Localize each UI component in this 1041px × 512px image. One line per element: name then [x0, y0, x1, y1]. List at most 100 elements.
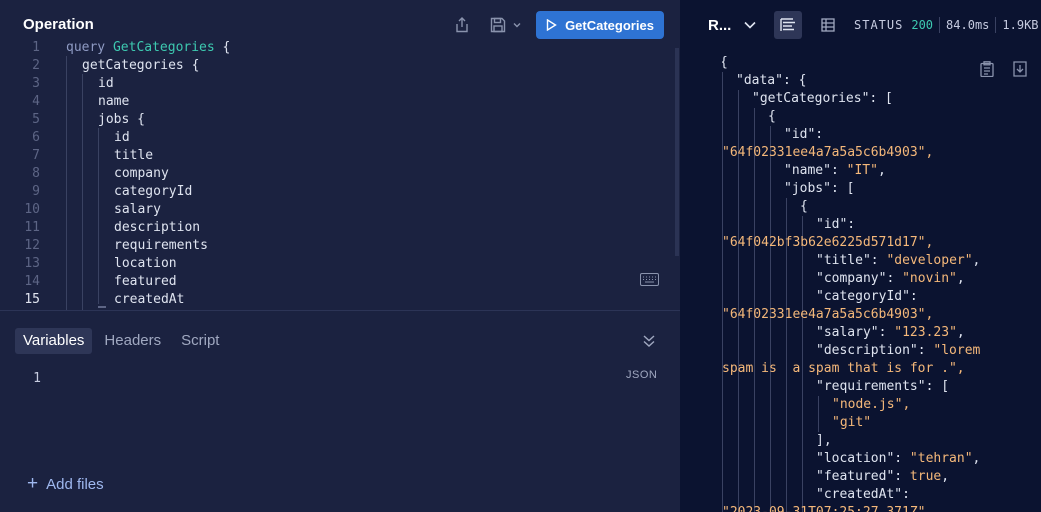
- json-line: "company": "novin",: [816, 271, 965, 286]
- run-button-label: GetCategories: [565, 17, 654, 33]
- code-line: 1 query GetCategories {: [0, 40, 670, 57]
- line-number: 12: [24, 238, 40, 253]
- json-line: "node.js",: [832, 397, 911, 412]
- collapse-chevrons-icon[interactable]: [641, 333, 657, 349]
- json-line: "title": "developer",: [816, 253, 981, 268]
- operation-editor[interactable]: 1 query GetCategories { 2 getCategories …: [0, 40, 680, 310]
- code-line-current: 15 createdAt: [0, 291, 670, 309]
- code-text: salary: [114, 202, 161, 217]
- response-pane: R... STATUS 200 84.0ms 1.9KB { "dat: [680, 0, 1041, 512]
- code-line: 11 description: [0, 219, 670, 237]
- code-line: 3 id: [0, 75, 670, 93]
- code-line: 7 title: [0, 147, 670, 165]
- status-label: STATUS: [854, 18, 904, 32]
- tree-view-icon: [780, 18, 795, 31]
- share-button[interactable]: [450, 13, 474, 37]
- add-files-label: Add files: [46, 475, 104, 493]
- code-line: 12 requirements: [0, 237, 670, 255]
- json-line: ],: [816, 433, 832, 448]
- response-title[interactable]: R...: [708, 17, 731, 34]
- operation-pane: Operation GetCategories 1 query GetCateg…: [0, 0, 680, 512]
- plus-icon: +: [27, 473, 39, 494]
- table-view-icon: [821, 18, 835, 32]
- json-line: {: [768, 109, 776, 124]
- line-number: 8: [32, 166, 40, 181]
- tab-variables[interactable]: Variables: [15, 328, 93, 354]
- operation-title: Operation: [23, 16, 94, 33]
- code-text: categoryId: [114, 184, 193, 199]
- line-number: 2: [32, 58, 40, 73]
- code-text: id: [98, 76, 114, 91]
- chevron-down-icon: [513, 23, 521, 28]
- code-line: 5 jobs {: [0, 111, 670, 129]
- line-number: 7: [32, 148, 40, 163]
- line-number: 11: [24, 220, 40, 235]
- code-text: name: [98, 94, 130, 109]
- tab-script[interactable]: Script: [173, 328, 227, 354]
- save-icon: [490, 17, 506, 33]
- json-line: "categoryId":: [816, 289, 918, 304]
- json-line: "64f02331ee4a7a5a5c6b4903",: [722, 307, 934, 322]
- code-text: createdAt: [114, 292, 185, 307]
- code-text: location: [114, 256, 177, 271]
- json-line: "2023-09-31T07:25:27.371Z": [722, 504, 926, 512]
- json-line: "64f042bf3b62e6225d571d17",: [722, 235, 934, 250]
- run-operation-button[interactable]: GetCategories: [536, 11, 664, 39]
- json-line: spam is a spam that is for .",: [722, 361, 965, 376]
- add-files-button[interactable]: + Add files: [27, 473, 104, 494]
- share-icon: [456, 17, 468, 33]
- code-text: description: [114, 220, 201, 235]
- code-text: featured: [114, 274, 177, 289]
- table-view-button[interactable]: [814, 11, 842, 39]
- json-line: {: [800, 199, 808, 214]
- response-size: 1.9KB: [1002, 18, 1039, 32]
- response-time: 84.0ms: [946, 18, 990, 32]
- line-number: 15: [24, 292, 40, 307]
- play-icon: [546, 19, 557, 31]
- code-text: query GetCategories {: [66, 40, 231, 55]
- json-line: "64f02331ee4a7a5a5c6b4903",: [722, 145, 934, 160]
- response-status: STATUS 200 84.0ms 1.9KB: [854, 17, 1039, 33]
- json-line: "id":: [816, 217, 856, 232]
- format-label: JSON: [626, 369, 658, 381]
- json-line: "location": "tehran",: [816, 451, 981, 466]
- response-body[interactable]: { "data": { "getCategories": [ { "id": "…: [722, 54, 1037, 512]
- keyboard-icon[interactable]: [640, 273, 659, 286]
- pane-divider[interactable]: [0, 310, 680, 311]
- json-line: "requirements": [: [816, 379, 950, 394]
- json-line: "git": [832, 415, 872, 430]
- divider: [995, 17, 997, 33]
- bottom-tabs: Variables Headers Script: [15, 328, 227, 354]
- code-text: jobs {: [98, 112, 145, 127]
- code-text: title: [114, 148, 154, 163]
- code-text: requirements: [114, 238, 208, 253]
- line-number: 1: [32, 40, 40, 55]
- line-number: 5: [32, 112, 40, 127]
- line-number: 10: [24, 202, 40, 217]
- tab-headers[interactable]: Headers: [96, 328, 169, 354]
- code-text: getCategories {: [82, 58, 200, 73]
- tree-view-button[interactable]: [774, 11, 802, 39]
- divider: [939, 17, 941, 33]
- code-line: 4 name: [0, 93, 670, 111]
- json-line: "name": "IT",: [784, 163, 886, 178]
- json-line: "getCategories": [: [752, 91, 893, 106]
- code-line: 8 company: [0, 165, 670, 183]
- json-line: "id":: [784, 127, 824, 142]
- line-number: 9: [32, 184, 40, 199]
- chevron-down-icon[interactable]: [743, 18, 757, 32]
- json-line: "description": "lorem: [816, 343, 981, 358]
- editor-scrollbar[interactable]: [675, 48, 679, 256]
- code-line: 13 location: [0, 255, 670, 273]
- line-number: 6: [32, 130, 40, 145]
- json-line: "salary": "123.23",: [816, 325, 965, 340]
- line-number: 13: [24, 256, 40, 271]
- code-line: 10 salary: [0, 201, 670, 219]
- indent-guide: [722, 72, 723, 512]
- json-line: "featured": true,: [816, 469, 950, 484]
- code-text: id: [114, 130, 130, 145]
- json-line: {: [722, 54, 728, 72]
- code-line: 6 id: [0, 129, 670, 147]
- code-line: 2 getCategories {: [0, 57, 670, 75]
- save-menu-button[interactable]: [486, 13, 526, 37]
